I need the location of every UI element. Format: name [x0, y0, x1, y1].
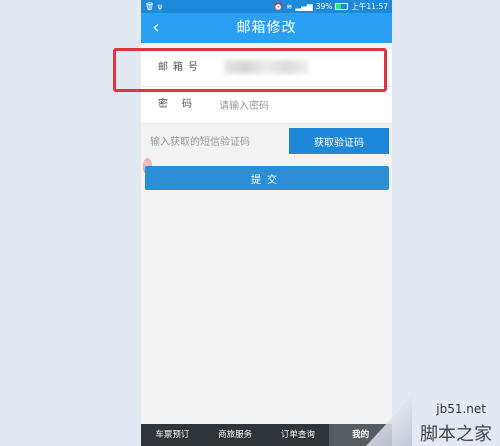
battery-icon [335, 3, 349, 10]
submit-button[interactable]: 提交 [145, 166, 389, 190]
password-input[interactable] [217, 94, 371, 118]
tab-order-query[interactable]: 订单查询 [267, 424, 330, 446]
wifi-icon: ≋ [286, 2, 293, 11]
navigation-bar: ‹ 邮箱修改 [141, 13, 392, 43]
password-label: 密码 [158, 99, 206, 110]
sms-code-input[interactable] [148, 130, 287, 154]
battery-percent: 39% [315, 2, 333, 11]
alarm-icon: ⏰ [273, 2, 284, 11]
tab-business-service[interactable]: 商旅服务 [204, 424, 267, 446]
page-title: 邮箱修改 [236, 20, 297, 36]
status-bar: 🗑 ψ ⏰ ≋ ▂▄▆ 39% 上午11:57 [141, 0, 392, 13]
status-bar-left: 🗑 ψ [145, 2, 162, 11]
clock: 上午11:57 [351, 2, 388, 11]
delete-icon: 🗑 [145, 2, 155, 11]
sms-code-row: 获取验证码 [141, 126, 392, 156]
email-highlight-box [113, 48, 387, 92]
usb-icon: ψ [157, 2, 163, 11]
watermark-brand: 脚本之家 [420, 424, 492, 445]
get-code-button[interactable]: 获取验证码 [289, 128, 389, 154]
signal-icon: ▂▄▆ [295, 2, 313, 11]
tab-ticket-booking[interactable]: 车票预订 [141, 424, 204, 446]
password-row: 密码 [141, 87, 392, 124]
bottom-tab-bar: 车票预订 商旅服务 订单查询 我的 [141, 424, 392, 446]
status-bar-right: ⏰ ≋ ▂▄▆ 39% 上午11:57 [274, 1, 388, 12]
watermark-domain: jb51.net [436, 402, 486, 416]
